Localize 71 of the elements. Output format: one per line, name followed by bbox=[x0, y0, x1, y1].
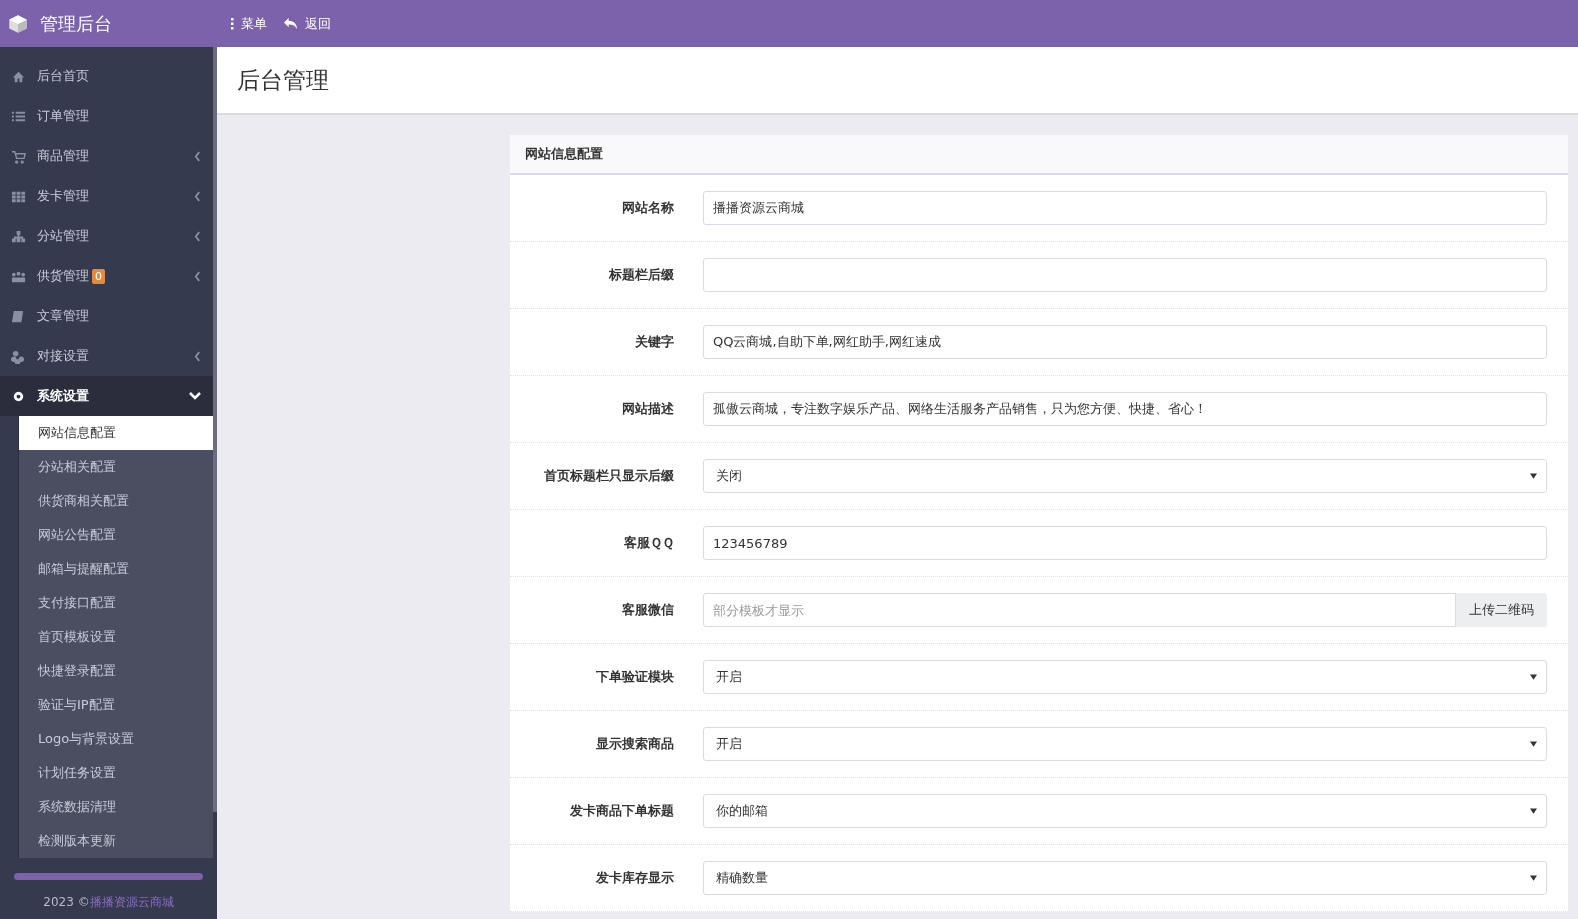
field-label: 网站描述 bbox=[621, 400, 674, 418]
select-field[interactable]: 开启 bbox=[703, 660, 1547, 694]
text-field[interactable]: 123456789 bbox=[703, 526, 1547, 560]
brand-title: 管理后台 bbox=[40, 11, 112, 36]
chevron-down-icon bbox=[189, 392, 201, 400]
dropdown-arrow-icon bbox=[1530, 473, 1537, 479]
select-field[interactable]: 你的邮箱 bbox=[703, 794, 1547, 828]
sidebar-item[interactable]: 文章管理 bbox=[0, 296, 213, 336]
dropdown-arrow-icon bbox=[1530, 875, 1537, 881]
chevron-left-icon bbox=[194, 350, 201, 362]
count-badge: 0 bbox=[92, 268, 105, 284]
field-label: 发卡商品下单标题 bbox=[569, 802, 674, 820]
text-field[interactable]: 播播资源云商城 bbox=[703, 191, 1547, 225]
copyright-text: 2023 © bbox=[43, 895, 90, 909]
dropdown-arrow-icon bbox=[1530, 674, 1537, 680]
field-label: 发卡库存显示 bbox=[595, 869, 674, 887]
sidebar-item[interactable]: 发卡管理 bbox=[0, 176, 213, 216]
submenu-item[interactable]: 计划任务设置 bbox=[19, 756, 213, 790]
dropdown-arrow-icon bbox=[1530, 741, 1537, 747]
field-label: 客服ＱＱ bbox=[623, 534, 674, 552]
page-title: 后台管理 bbox=[237, 65, 329, 95]
panel-title: 网站信息配置 bbox=[525, 145, 603, 163]
sidebar-item[interactable]: 订单管理 bbox=[0, 96, 213, 136]
field-label: 网站名称 bbox=[621, 199, 674, 217]
submenu-item[interactable]: 验证与IP配置 bbox=[19, 688, 213, 722]
cube-icon bbox=[8, 13, 28, 34]
submenu-item[interactable]: 网站信息配置 bbox=[19, 416, 213, 450]
text-field[interactable]: 部分模板才显示 bbox=[703, 593, 1456, 627]
back-link[interactable]: 返回 bbox=[283, 14, 331, 33]
select-field[interactable]: 关闭 bbox=[703, 459, 1547, 493]
sidebar-item[interactable]: 商品管理 bbox=[0, 136, 213, 176]
dropdown-arrow-icon bbox=[1530, 808, 1537, 814]
submenu-item[interactable]: 检测版本更新 bbox=[19, 824, 213, 858]
scrollbar[interactable] bbox=[213, 47, 217, 812]
nav-icon bbox=[11, 148, 26, 164]
sidebar-item[interactable]: 分站管理 bbox=[0, 216, 213, 256]
nav-icon bbox=[11, 348, 26, 364]
submenu-item[interactable]: 首页模板设置 bbox=[19, 620, 213, 654]
nav-icon bbox=[11, 228, 26, 244]
submenu-item[interactable]: 邮箱与提醒配置 bbox=[19, 552, 213, 586]
submenu-item[interactable]: 分站相关配置 bbox=[19, 450, 213, 484]
text-field[interactable]: QQ云商城,自助下单,网红助手,网红速成 bbox=[703, 325, 1547, 359]
text-field[interactable] bbox=[703, 258, 1547, 292]
field-label: 显示搜索商品 bbox=[595, 735, 674, 753]
submenu-item[interactable]: Logo与背景设置 bbox=[19, 722, 213, 756]
upload-button[interactable]: 上传二维码 bbox=[1456, 593, 1547, 627]
submenu-item[interactable]: 系统数据清理 bbox=[19, 790, 213, 824]
chevron-left-icon bbox=[194, 270, 201, 282]
dots-icon bbox=[230, 17, 234, 30]
text-field[interactable]: 孤傲云商城，专注数字娱乐产品、网络生活服务产品销售，只为您方便、快捷、省心！ bbox=[703, 392, 1547, 426]
sidebar-item[interactable]: 系统设置 bbox=[0, 376, 213, 416]
field-label: 标题栏后缀 bbox=[608, 266, 674, 284]
chevron-left-icon bbox=[194, 150, 201, 162]
field-label: 客服微信 bbox=[621, 601, 674, 619]
select-field[interactable]: 精确数量 bbox=[703, 861, 1547, 895]
sidebar-item[interactable]: 对接设置 bbox=[0, 336, 213, 376]
menu-link[interactable]: 菜单 bbox=[230, 14, 267, 33]
field-label: 关键字 bbox=[634, 333, 674, 351]
submenu-item[interactable]: 支付接口配置 bbox=[19, 586, 213, 620]
field-label: 下单验证模块 bbox=[595, 668, 674, 686]
sidebar-item[interactable]: 后台首页 bbox=[0, 56, 213, 96]
chevron-left-icon bbox=[194, 190, 201, 202]
reply-arrow-icon bbox=[283, 17, 298, 30]
select-field[interactable]: 开启 bbox=[703, 727, 1547, 761]
field-label: 首页标题栏只显示后缀 bbox=[543, 467, 674, 485]
nav-icon bbox=[11, 308, 26, 324]
sidebar-item[interactable]: 供货管理 0 bbox=[0, 256, 213, 296]
chevron-left-icon bbox=[194, 230, 201, 242]
submenu-item[interactable]: 快捷登录配置 bbox=[19, 654, 213, 688]
submenu-item[interactable]: 网站公告配置 bbox=[19, 518, 213, 552]
submenu-item[interactable]: 供货商相关配置 bbox=[19, 484, 213, 518]
